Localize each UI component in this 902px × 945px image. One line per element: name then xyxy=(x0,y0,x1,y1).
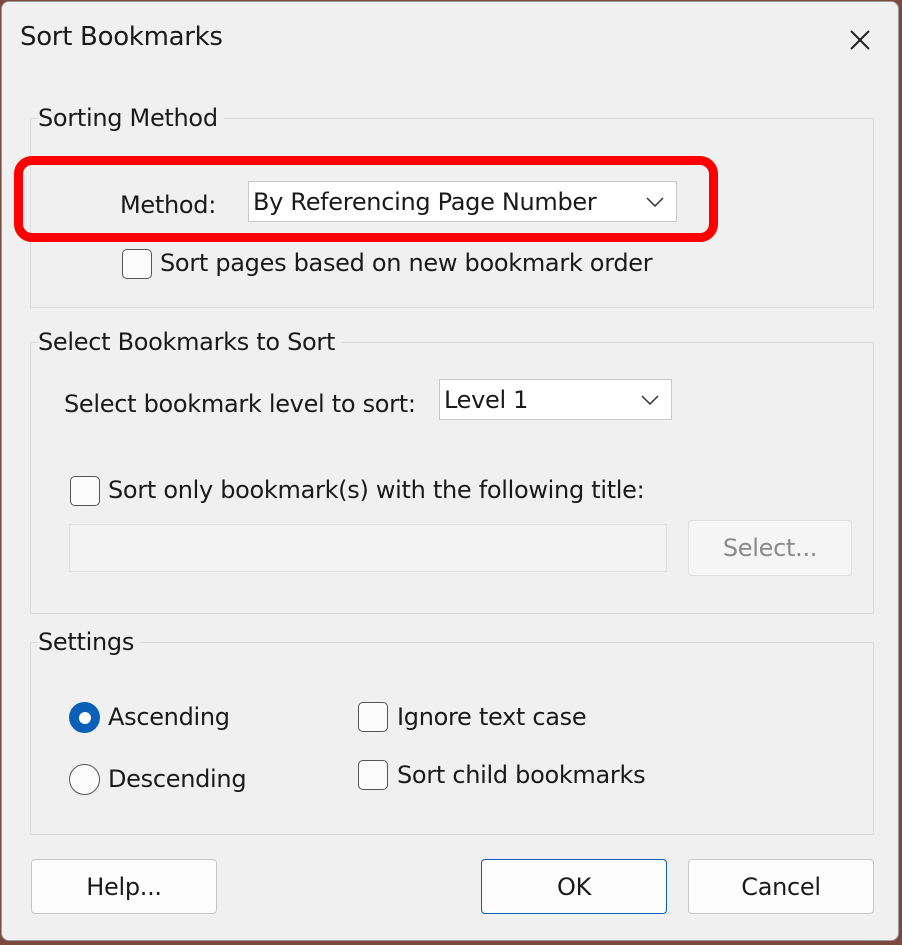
sorting-method-title: Sorting Method xyxy=(38,104,224,132)
settings-group xyxy=(30,642,874,835)
ok-button[interactable]: OK xyxy=(481,859,667,914)
sort-pages-checkbox[interactable] xyxy=(122,249,152,279)
title-bar: Sort Bookmarks xyxy=(2,2,898,74)
sort-child-checkbox[interactable] xyxy=(358,760,388,790)
settings-title: Settings xyxy=(38,628,141,656)
level-dropdown[interactable]: Level 1 xyxy=(439,379,672,420)
ascending-radio[interactable] xyxy=(69,702,100,733)
method-dropdown[interactable]: By Referencing Page Number xyxy=(248,181,677,222)
dialog-title: Sort Bookmarks xyxy=(20,22,223,52)
chevron-down-icon xyxy=(641,394,659,405)
title-only-label: Sort only bookmark(s) with the following… xyxy=(108,476,645,504)
close-button[interactable] xyxy=(840,20,880,60)
cancel-button[interactable]: Cancel xyxy=(688,859,874,914)
ignore-case-checkbox[interactable] xyxy=(358,702,388,732)
level-dropdown-value: Level 1 xyxy=(444,385,529,414)
method-dropdown-value: By Referencing Page Number xyxy=(253,187,597,216)
level-label: Select bookmark level to sort: xyxy=(64,390,416,418)
help-button[interactable]: Help... xyxy=(31,859,217,914)
dialog-content: Sorting Method Method: By Referencing Pa… xyxy=(2,74,898,940)
descending-radio[interactable] xyxy=(69,764,100,795)
ignore-case-label: Ignore text case xyxy=(397,703,587,731)
sort-child-label: Sort child bookmarks xyxy=(397,761,646,789)
chevron-down-icon xyxy=(646,196,664,207)
select-bookmarks-title: Select Bookmarks to Sort xyxy=(38,328,342,356)
descending-label: Descending xyxy=(108,765,247,793)
close-icon xyxy=(850,30,870,50)
select-button[interactable]: Select... xyxy=(688,520,852,576)
bookmark-title-input[interactable] xyxy=(69,524,667,572)
ascending-label: Ascending xyxy=(108,703,230,731)
sort-bookmarks-dialog: Sort Bookmarks Sorting Method Method: By… xyxy=(1,1,899,941)
method-label: Method: xyxy=(120,191,216,219)
sort-pages-label: Sort pages based on new bookmark order xyxy=(160,249,653,277)
title-only-checkbox[interactable] xyxy=(70,476,100,506)
